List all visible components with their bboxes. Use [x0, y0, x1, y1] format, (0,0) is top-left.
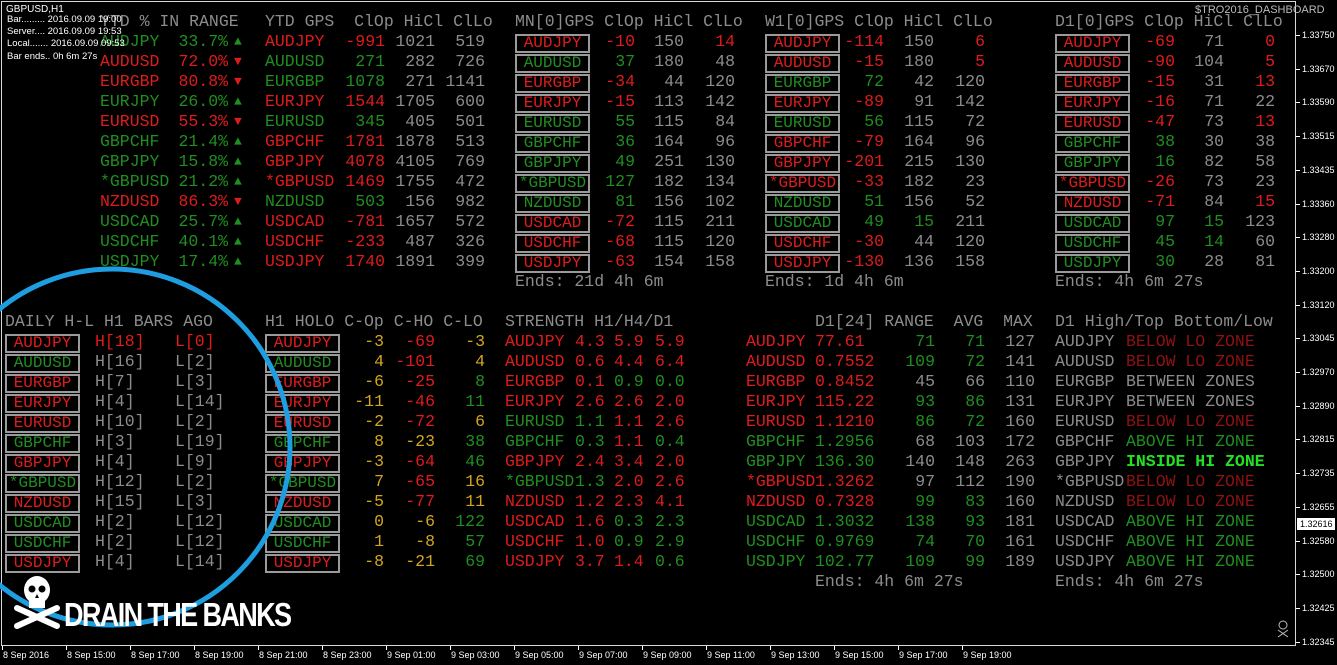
price-label: 1.32890 [1302, 400, 1335, 411]
price-label: 1.33360 [1302, 198, 1335, 209]
price-tick [1296, 372, 1300, 373]
time-label: 9 Sep 11:00 [707, 650, 755, 660]
price-tick [1296, 136, 1300, 138]
price-label: 1.32970 [1302, 367, 1335, 377]
price-label: 1.33670 [1302, 63, 1335, 74]
drain-the-banks-logo: DRAIN THE BANKS [64, 596, 292, 633]
price-label: 1.32735 [1302, 468, 1335, 479]
price-tick [1296, 237, 1300, 239]
time-label: 8 Sep 17:00 [131, 650, 180, 660]
price-tick [1296, 203, 1300, 205]
price-tick [1296, 68, 1300, 70]
price-label: 1.33515 [1302, 131, 1335, 142]
price-tick [1296, 506, 1300, 508]
time-label: 8 Sep 15:00 [67, 650, 116, 660]
current-price-label: 1.32616 [1297, 518, 1335, 530]
blue-circle-annotation [0, 266, 293, 628]
price-label: 1.33590 [1302, 97, 1335, 108]
price-label: 1.32425 [1302, 602, 1335, 613]
price-tick [1296, 607, 1300, 609]
price-tick [1296, 270, 1300, 272]
price-label: 1.32580 [1302, 535, 1335, 546]
time-label: 8 Sep 21:00 [259, 650, 308, 660]
price-label: 1.33750 [1302, 30, 1335, 40]
price-tick [1296, 169, 1300, 171]
price-label: 1.32655 [1302, 501, 1335, 512]
price-tick [1296, 405, 1300, 407]
time-label: 9 Sep 09:00 [643, 650, 692, 660]
price-label: 1.33120 [1302, 299, 1335, 310]
time-label: 9 Sep 13:00 [771, 650, 820, 660]
time-label: 8 Sep 23:00 [323, 650, 372, 660]
price-label: 1.32345 [1302, 636, 1335, 647]
price-label: 1.32500 [1302, 569, 1335, 580]
price-label: 1.33435 [1302, 164, 1335, 175]
time-label: 9 Sep 01:00 [387, 650, 436, 660]
price-tick [1296, 439, 1300, 441]
price-tick [1296, 574, 1300, 576]
price-tick [1296, 35, 1300, 36]
time-label: 9 Sep 07:00 [579, 650, 628, 660]
time-label: 8 Sep 19:00 [195, 650, 244, 660]
time-label: 9 Sep 19:00 [963, 650, 1012, 660]
time-label: 8 Sep 2016 [3, 650, 50, 660]
price-label: 1.33280 [1302, 232, 1335, 243]
price-tick [1296, 338, 1300, 340]
time-label: 9 Sep 15:00 [835, 650, 884, 660]
price-tick [1296, 304, 1300, 306]
time-label: 9 Sep 05:00 [515, 650, 564, 660]
price-label: 1.33200 [1302, 265, 1335, 276]
price-label: 1.33045 [1302, 333, 1335, 344]
time-label: 9 Sep 03:00 [451, 650, 500, 660]
price-tick [1296, 473, 1300, 475]
skull-crossbones-icon [14, 576, 60, 629]
small-skull-icon [1277, 620, 1289, 638]
price-tick [1296, 641, 1300, 643]
price-tick [1296, 102, 1300, 104]
time-label: 9 Sep 17:00 [899, 650, 948, 660]
price-label: 1.32815 [1302, 434, 1335, 445]
price-tick [1296, 540, 1300, 542]
